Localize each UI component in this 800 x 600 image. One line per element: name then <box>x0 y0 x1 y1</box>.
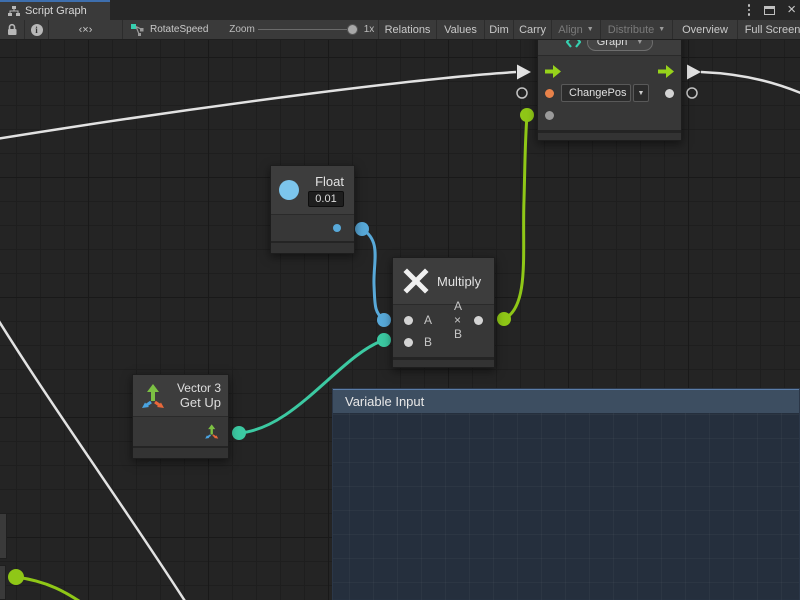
zoom-slider-handle[interactable] <box>347 24 358 35</box>
graph-name: RotateSpeed <box>150 24 208 35</box>
kebab-menu-icon[interactable] <box>746 2 753 18</box>
carry-button[interactable]: Carry <box>513 20 551 39</box>
multiply-input-a-label: A <box>424 313 432 327</box>
multiply-icon <box>403 268 429 294</box>
float-header[interactable]: Float 0.01 <box>271 166 354 215</box>
multiply-output-port[interactable] <box>474 316 483 325</box>
variable-port-row: ChangePos ▼ <box>538 82 681 104</box>
variable-select-value: ChangePos <box>569 87 627 99</box>
info-icon: i <box>31 24 43 36</box>
script-graph-tab-icon <box>8 6 20 17</box>
float-value-input[interactable]: 0.01 <box>308 191 344 207</box>
multiply-input-b-port[interactable] <box>404 338 413 347</box>
multiply-row-a: A A × B <box>404 309 483 331</box>
graph-asset-icon <box>131 24 144 36</box>
zoom-label: Zoom <box>226 20 258 39</box>
lock-button[interactable] <box>0 20 24 39</box>
float-port-row <box>271 215 354 241</box>
multiply-row-b: B <box>404 331 483 353</box>
offscreen-node-body[interactable] <box>0 513 7 559</box>
zoom-slider-track[interactable] <box>258 29 356 30</box>
tab-title: Script Graph <box>25 5 87 17</box>
graph-breadcrumb[interactable]: RotateSpeed <box>122 20 222 39</box>
vector3-port-row <box>133 417 228 446</box>
dim-button[interactable]: Dim <box>484 20 513 39</box>
full-screen-button[interactable]: Full Screen <box>737 20 800 39</box>
control-output-arrow-icon[interactable] <box>658 65 674 78</box>
multiply-output-label: A × B <box>454 299 463 341</box>
tab-bar: Script Graph × <box>0 0 800 20</box>
group-variable-input[interactable]: Variable Input <box>332 388 800 600</box>
group-title: Variable Input <box>345 394 424 409</box>
float-value: 0.01 <box>315 193 336 205</box>
node-vector3-get-up[interactable]: Vector 3 Get Up <box>132 374 229 459</box>
control-input-arrow-icon[interactable] <box>545 65 561 78</box>
node-multiply[interactable]: Multiply A A × B B <box>392 257 495 368</box>
script-graph-window: Variable Input <box>0 0 800 600</box>
overview-button[interactable]: Overview <box>672 20 737 39</box>
vector3-title: Vector 3 <box>177 381 221 395</box>
vector3-icon <box>140 382 167 410</box>
data-port-row <box>538 104 681 126</box>
vector3-header[interactable]: Vector 3 Get Up <box>133 375 228 417</box>
zoom-to-fit-button[interactable]: ‹×› <box>48 20 122 39</box>
multiply-header[interactable]: Multiply <box>393 258 494 305</box>
chevron-down-icon: ▼ <box>638 90 645 97</box>
multiply-input-b-label: B <box>424 335 432 349</box>
offscreen-node-footer[interactable] <box>0 565 6 600</box>
maximize-icon[interactable] <box>764 6 775 15</box>
node-float[interactable]: Float 0.01 <box>270 165 355 254</box>
node-graph-event[interactable]: Graph ▼ ChangePos ▼ <box>537 28 682 141</box>
align-button[interactable]: Align▼ <box>551 20 600 39</box>
multiply-title: Multiply <box>437 274 481 289</box>
tab-script-graph[interactable]: Script Graph <box>0 0 110 20</box>
graph-toolbar: i ‹×› RotateSpeed Zoom 1x Relations Valu… <box>0 20 800 40</box>
zoom-to-fit-icon: ‹×› <box>79 24 93 36</box>
graph-event-footer <box>538 130 681 140</box>
lock-icon <box>6 23 18 36</box>
variable-select-caret-button[interactable]: ▼ <box>633 84 649 102</box>
zoom-value: 1x <box>360 20 378 39</box>
relations-button[interactable]: Relations <box>378 20 436 39</box>
variable-select[interactable]: ChangePos <box>561 84 631 102</box>
vector3-footer <box>133 446 228 458</box>
vector3-output-port-icon[interactable] <box>204 423 220 440</box>
value-output-port[interactable] <box>665 89 674 98</box>
group-header[interactable]: Variable Input <box>333 389 799 413</box>
float-output-port[interactable] <box>333 224 341 232</box>
float-footer <box>271 241 354 253</box>
data-input-port[interactable] <box>545 111 554 120</box>
float-title: Float <box>315 174 344 189</box>
values-button[interactable]: Values <box>436 20 484 39</box>
group-body <box>333 413 799 600</box>
control-port-row <box>538 60 681 82</box>
close-icon[interactable]: × <box>787 3 796 17</box>
distribute-button[interactable]: Distribute▼ <box>600 20 672 39</box>
multiply-footer <box>393 357 494 367</box>
variable-input-port[interactable] <box>545 89 554 98</box>
vector3-operation: Get Up <box>180 395 221 410</box>
float-type-icon <box>279 180 299 200</box>
chevron-down-icon: ▼ <box>587 26 594 33</box>
multiply-input-a-port[interactable] <box>404 316 413 325</box>
info-button[interactable]: i <box>24 20 48 39</box>
chevron-down-icon: ▼ <box>658 26 665 33</box>
